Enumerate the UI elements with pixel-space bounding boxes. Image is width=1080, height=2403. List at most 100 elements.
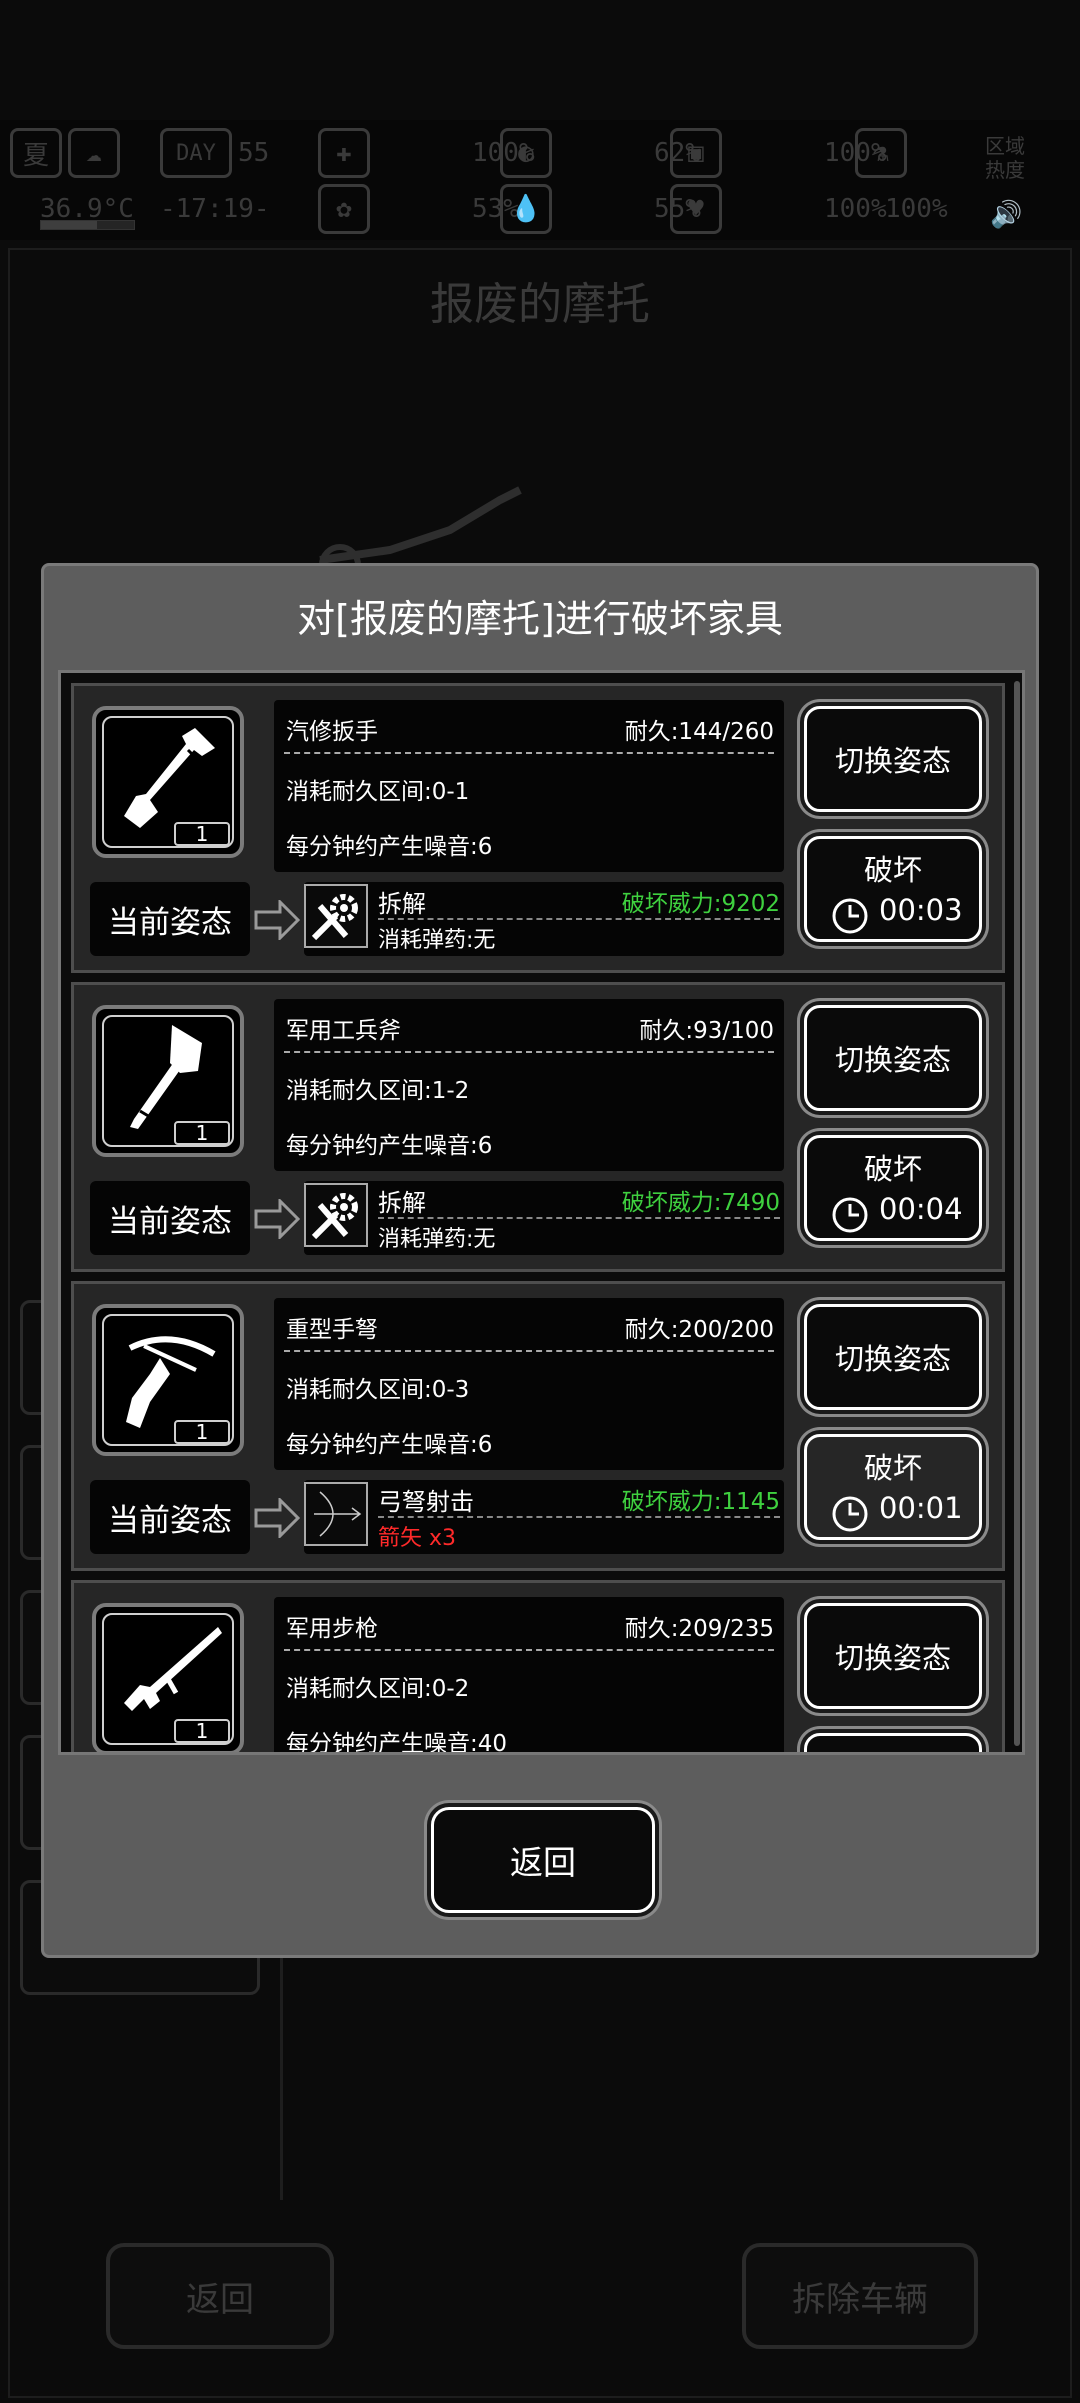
- weapon-card: 1 汽修扳手 耐久:144/260 消耗耐久区间:0-1 每分钟约产生噪音:6 …: [71, 683, 1005, 973]
- stomach-icon: ◐: [500, 128, 552, 178]
- brain-icon: ✿: [318, 184, 370, 234]
- arrow-right-icon: [254, 1199, 300, 1239]
- weapon-info: 重型手弩 耐久:200/200 消耗耐久区间:0-3 每分钟约产生噪音:6: [274, 1298, 784, 1470]
- clock-icon: [832, 898, 868, 934]
- speaker-icon[interactable]: 🔊: [990, 190, 1022, 240]
- switch-stance-button[interactable]: 切换姿态: [804, 706, 982, 812]
- current-stance-label: 当前姿态: [90, 1480, 250, 1554]
- day-label: DAY: [160, 128, 232, 178]
- weapon-slot[interactable]: 1: [92, 1304, 244, 1456]
- list-scrollbar[interactable]: [1014, 681, 1020, 1746]
- wrench-icon: [124, 728, 215, 828]
- temp-bar: [40, 220, 135, 230]
- destroy-power: 破坏威力:7490: [621, 1190, 780, 1216]
- break-label: 破坏: [863, 1152, 922, 1186]
- break-button[interactable]: 破坏 00:04: [804, 1135, 982, 1241]
- current-stance-label: 当前姿态: [90, 882, 250, 956]
- lung-icon: ▣: [670, 128, 722, 178]
- status-bar: 夏 ☁ DAY 55 36.9°C -17:19- ✚ 100% ✿ 53% ◐…: [0, 120, 1080, 240]
- background-title: 报废的摩托: [430, 279, 650, 330]
- gear-wrench-icon: [304, 884, 368, 948]
- ammo-cost: 箭矢 x3: [378, 1526, 457, 1551]
- weather-cloud-icon: ☁: [68, 128, 120, 178]
- destroy-power: 破坏威力:9202: [621, 891, 780, 917]
- weapon-durability: 耐久:93/100: [639, 1018, 774, 1044]
- noise-per-minute: 每分钟约产生噪音:6: [286, 1432, 493, 1458]
- stat-toxicity-value: 100%: [885, 194, 948, 224]
- dialog-title: 对[报废的摩托]进行破坏家具: [297, 597, 783, 641]
- season-icon: 夏: [10, 128, 62, 178]
- weapon-slot[interactable]: 1: [92, 1005, 244, 1157]
- ammo-cost: 消耗弹药:无: [378, 928, 496, 953]
- switch-stance-button[interactable]: 切换姿态: [804, 1005, 982, 1111]
- medkit-icon: ✚: [318, 128, 370, 178]
- switch-stance-button[interactable]: 切换姿态: [804, 1304, 982, 1410]
- durability-cost-range: 消耗耐久区间:0-1: [286, 779, 470, 805]
- arrow-right-icon: [254, 1498, 300, 1538]
- weapon-slot[interactable]: 1: [92, 706, 244, 858]
- noise-per-minute: 每分钟约产生噪音:6: [286, 1133, 493, 1159]
- noise-per-minute: 每分钟约产生噪音:6: [286, 834, 493, 860]
- weapon-durability: 耐久:200/200: [624, 1317, 774, 1343]
- clock-icon: [832, 1496, 868, 1532]
- break-time: 00:03: [879, 893, 963, 927]
- weapon-card: 1 重型手弩 耐久:200/200 消耗耐久区间:0-3 每分钟约产生噪音:6 …: [71, 1281, 1005, 1571]
- ammo-cost: 消耗弹药:无: [378, 1227, 496, 1252]
- break-time: 00:04: [879, 1192, 963, 1226]
- weapon-durability: 耐久:209/235: [624, 1616, 774, 1642]
- break-button[interactable]: 破坏 00:03: [804, 836, 982, 942]
- weapon-name: 军用工兵斧: [286, 1018, 401, 1044]
- switch-stance-button[interactable]: 切换姿态: [804, 1603, 982, 1709]
- axe-icon: [130, 1025, 202, 1129]
- game-clock: -17:19-: [160, 194, 270, 224]
- clock-icon: [832, 1197, 868, 1233]
- stat-toxicity: ⚗: [855, 128, 913, 178]
- destroy-power: 破坏威力:1145: [621, 1489, 780, 1515]
- stance-info: 拆解 破坏威力:9202 消耗弹药:无: [304, 882, 784, 956]
- break-button[interactable]: [804, 1733, 982, 1752]
- season-indicator: 夏 ☁: [10, 128, 126, 178]
- crossbow-icon: [126, 1336, 216, 1428]
- weapon-list[interactable]: 1 汽修扳手 耐久:144/260 消耗耐久区间:0-1 每分钟约产生噪音:6 …: [58, 670, 1025, 1755]
- break-time: 00:01: [879, 1491, 963, 1525]
- day-number: 55: [238, 138, 270, 168]
- stance-name: 拆解: [378, 890, 426, 918]
- water-drop-icon: 💧: [500, 184, 552, 234]
- stat-mental: ✿ 53%: [318, 184, 519, 234]
- quantity-badge: 1: [174, 1420, 230, 1444]
- quantity-badge: 1: [174, 1121, 230, 1145]
- durability-cost-range: 消耗耐久区间:0-2: [286, 1676, 470, 1702]
- break-button[interactable]: 破坏 00:01: [804, 1434, 982, 1540]
- rifle-icon: [124, 1627, 222, 1711]
- durability-cost-range: 消耗耐久区间:1-2: [286, 1078, 470, 1104]
- day-counter: DAY 55: [160, 128, 269, 178]
- current-stance-label: 当前姿态: [90, 1181, 250, 1255]
- arrow-shot-icon: [304, 1482, 368, 1546]
- stance-info: 拆解 破坏威力:7490 消耗弹药:无: [304, 1181, 784, 1255]
- quantity-badge: 1: [174, 822, 230, 846]
- stance-info: 弓弩射击 破坏威力:1145 箭矢 x3: [304, 1480, 784, 1554]
- weapon-slot[interactable]: 1: [92, 1603, 244, 1752]
- durability-cost-range: 消耗耐久区间:0-3: [286, 1377, 470, 1403]
- arrow-right-icon: [254, 900, 300, 940]
- break-label: 破坏: [863, 1451, 922, 1485]
- weapon-info: 汽修扳手 耐久:144/260 消耗耐久区间:0-1 每分钟约产生噪音:6: [274, 700, 784, 872]
- destroy-furniture-dialog: 对[报废的摩托]进行破坏家具 1 汽修扳手 耐久:144/260 消耗耐久区间:…: [41, 563, 1039, 1958]
- weapon-name: 重型手弩: [286, 1317, 378, 1343]
- stat-heart: ♥ 100%: [670, 184, 887, 234]
- noise-per-minute: 每分钟约产生噪音:40: [286, 1731, 508, 1755]
- stance-name: 弓弩射击: [378, 1488, 474, 1516]
- stance-name: 拆解: [378, 1189, 426, 1217]
- background-dismantle-button: 拆除车辆: [742, 2243, 978, 2349]
- background-return-button: 返回: [106, 2243, 334, 2349]
- weapon-info: 军用工兵斧 耐久:93/100 消耗耐久区间:1-2 每分钟约产生噪音:6: [274, 999, 784, 1171]
- break-label: 破坏: [863, 853, 922, 887]
- return-button[interactable]: 返回: [431, 1807, 655, 1913]
- area-heat-label: 区域热度: [985, 134, 1025, 182]
- quantity-badge: 1: [174, 1719, 230, 1743]
- weapon-name: 汽修扳手: [286, 719, 378, 745]
- heart-icon: ♥: [670, 184, 722, 234]
- gear-wrench-icon: [304, 1183, 368, 1247]
- weapon-info: 军用步枪 耐久:209/235 消耗耐久区间:0-2 每分钟约产生噪音:40: [274, 1597, 784, 1755]
- weapon-name: 军用步枪: [286, 1616, 378, 1642]
